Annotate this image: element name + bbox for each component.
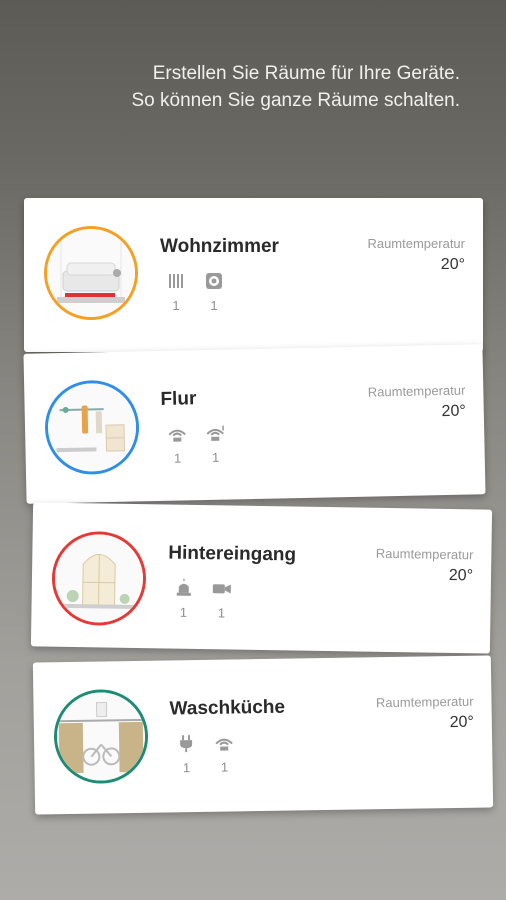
device-radiator[interactable]: 1: [164, 272, 188, 313]
room-name: Hintereingang: [168, 542, 297, 566]
motion-sensor-icon: [215, 738, 233, 751]
device-count: 1: [179, 604, 188, 620]
temperature-label: Raumtemperatur: [367, 382, 466, 400]
plug-icon: [180, 735, 193, 753]
device-thermostat[interactable]: 1: [202, 272, 226, 313]
room-avatar-back-entrance: [51, 530, 147, 627]
device-count: 1: [172, 298, 180, 313]
room-avatar-living-room: [44, 226, 138, 320]
room-name: Waschküche: [169, 696, 286, 720]
temperature-value: 20°: [449, 713, 474, 732]
device-alarm-siren[interactable]: 1: [171, 578, 196, 620]
room-card-flur[interactable]: Flur 1 1 Raumtemperatur 20°: [23, 344, 486, 504]
temperature-value: 20°: [441, 402, 466, 421]
alarm-siren-icon: [176, 578, 191, 596]
device-count: 1: [217, 605, 226, 621]
temperature-value: 20°: [440, 256, 465, 273]
thermostat-icon: [206, 273, 222, 289]
room-avatar-hallway: [44, 379, 141, 476]
motion-sensor-icon: [168, 429, 186, 442]
room-avatar-laundry: [53, 688, 149, 785]
device-count: 1: [173, 450, 182, 466]
device-plug[interactable]: 1: [174, 734, 199, 775]
device-motion-sensor-alt[interactable]: 1: [203, 424, 228, 465]
device-count: 1: [210, 298, 218, 313]
device-motion-sensor[interactable]: 1: [165, 424, 190, 466]
temperature-label: Raumtemperatur: [375, 545, 474, 563]
intro-line-1: Erstellen Sie Räume für Ihre Geräte.: [152, 63, 460, 84]
room-name: Wohnzimmer: [160, 236, 279, 257]
device-video-camera[interactable]: 1: [209, 579, 234, 620]
device-motion-sensor[interactable]: 1: [212, 733, 237, 775]
device-count: 1: [211, 449, 220, 465]
video-camera-icon: [212, 584, 231, 594]
room-card-waschkueche[interactable]: Waschküche 1 1 Raumtemperatur 20°: [32, 655, 494, 815]
intro-line-2: So können Sie ganze Räume schalten.: [131, 90, 461, 111]
room-name: Flur: [160, 388, 197, 410]
temperature-label: Raumtemperatur: [367, 236, 465, 251]
device-count: 1: [220, 759, 229, 775]
device-count: 1: [182, 760, 191, 776]
room-card-wohnzimmer[interactable]: Wohnzimmer 1 1 Raumtemperatur 20°: [24, 198, 483, 352]
intro-text: Erstellen Sie Räume für Ihre Geräte. So …: [132, 60, 461, 114]
room-card-hintereingang[interactable]: Hintereingang 1 1 Raumtemperatur 20°: [30, 502, 493, 654]
temperature-label: Raumtemperatur: [375, 693, 474, 711]
radiator-icon: [169, 274, 183, 288]
temperature-value: 20°: [448, 566, 474, 585]
motion-sensor-alt-icon: [206, 425, 224, 441]
